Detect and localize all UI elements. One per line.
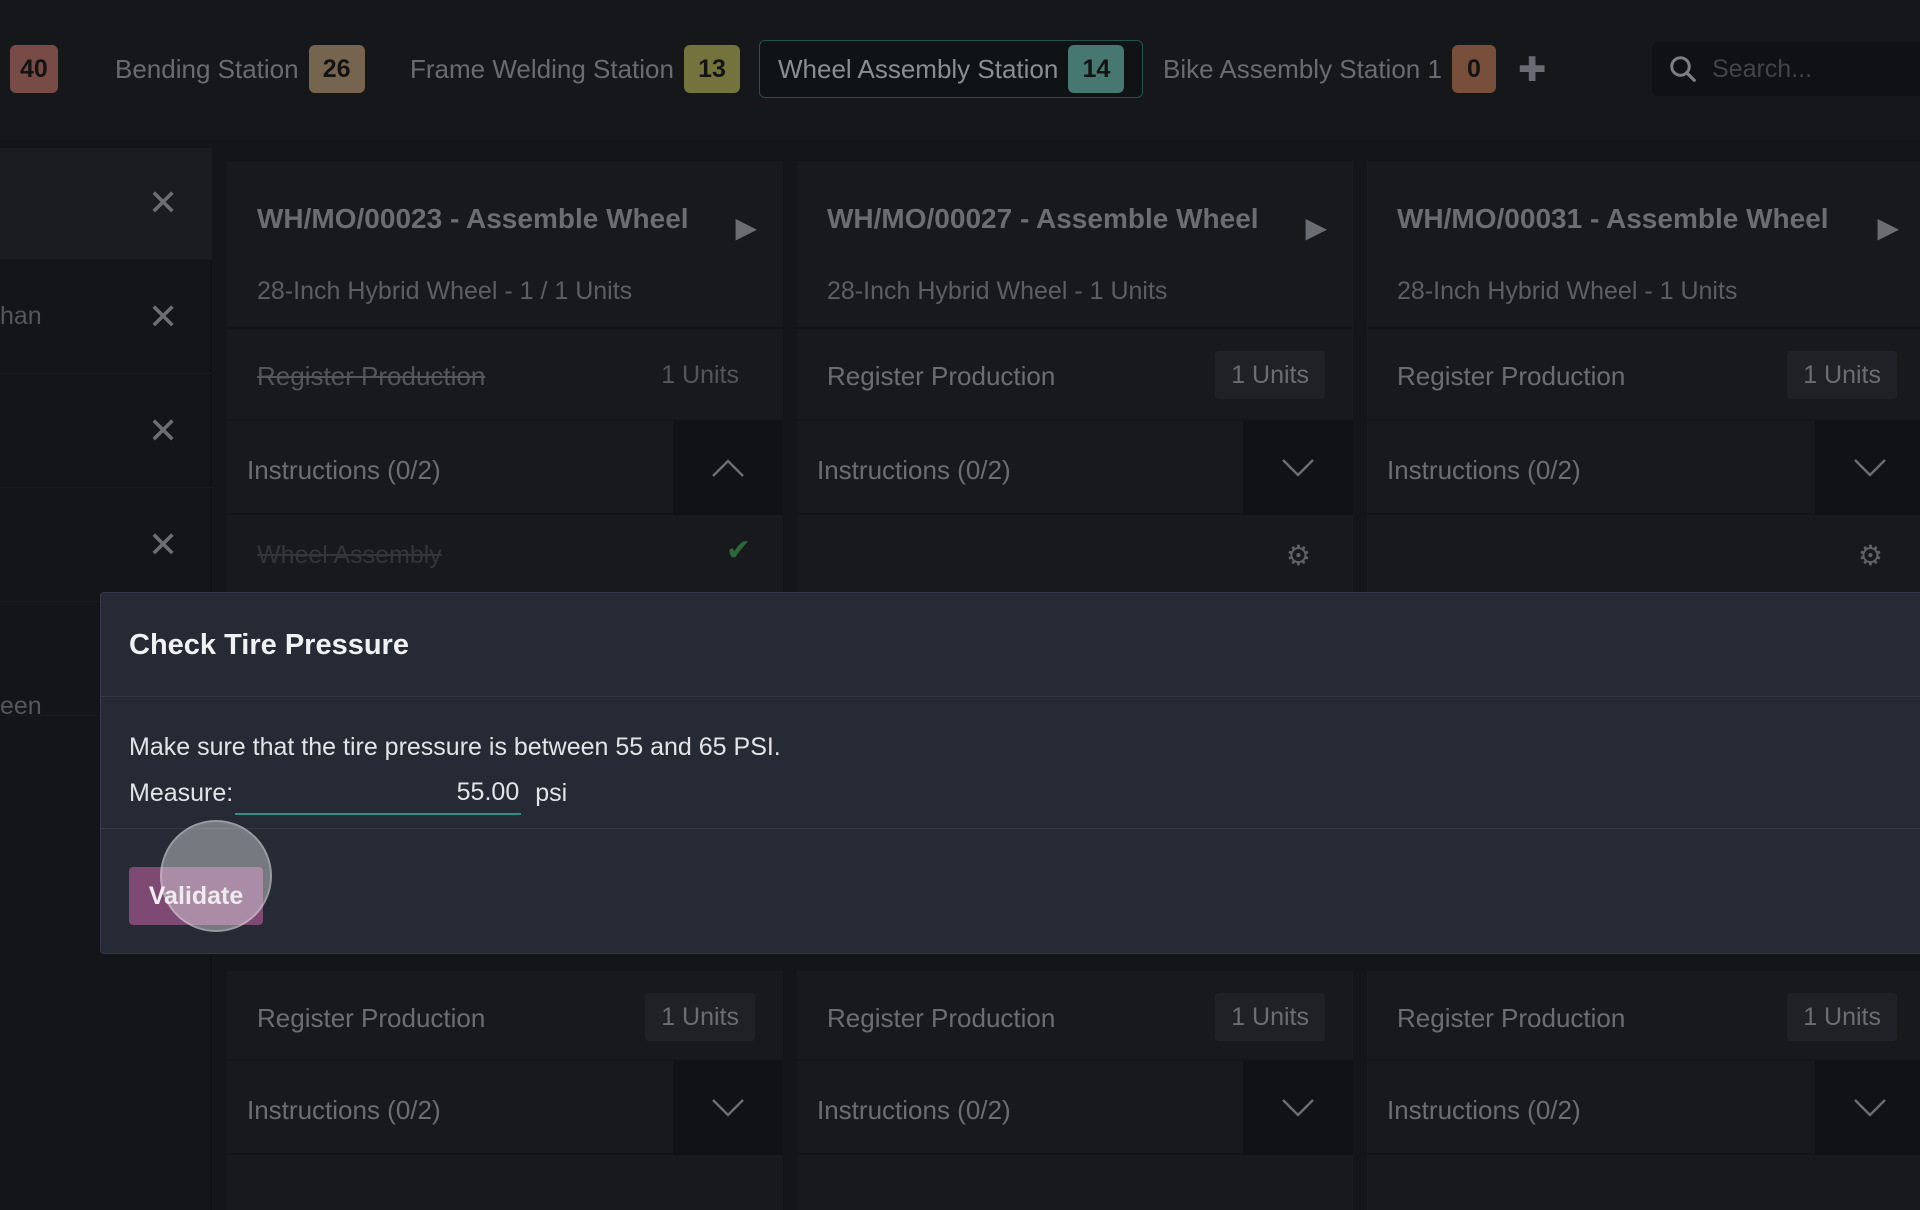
touch-indicator bbox=[160, 820, 272, 932]
check-tire-pressure-dialog: Check Tire Pressure Make sure that the t… bbox=[100, 592, 1920, 954]
dialog-title: Check Tire Pressure bbox=[129, 629, 409, 661]
measure-label: Measure: bbox=[129, 778, 234, 807]
measure-row: Measure: psi bbox=[129, 771, 567, 815]
measure-input[interactable] bbox=[235, 771, 522, 815]
dialog-header: Check Tire Pressure bbox=[101, 593, 1920, 697]
workcenter-page: 40 Bending Station 26 Frame Welding Stat… bbox=[0, 0, 1920, 1210]
dialog-description: Make sure that the tire pressure is betw… bbox=[129, 733, 781, 761]
dialog-body: Make sure that the tire pressure is betw… bbox=[101, 697, 1920, 829]
measure-unit: psi bbox=[535, 778, 568, 807]
